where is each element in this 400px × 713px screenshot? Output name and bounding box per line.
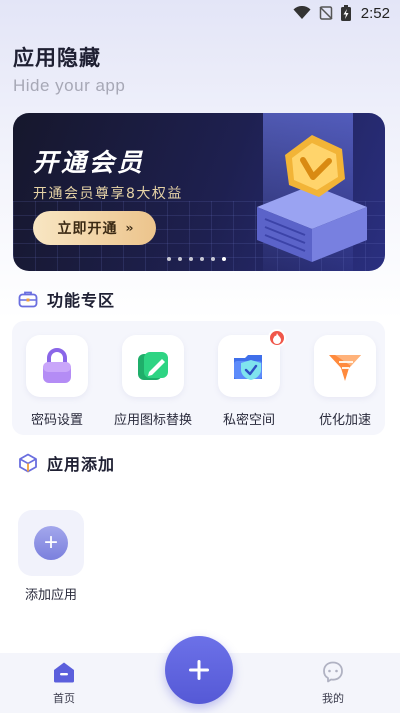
feature-tile[interactable] <box>26 335 88 397</box>
shield-folder-icon <box>234 355 262 380</box>
nav-item-home[interactable]: 首页 <box>34 661 94 706</box>
pencil-card-icon <box>138 352 168 380</box>
toolbox-icon <box>18 291 38 308</box>
feature-password-settings[interactable]: 密码设置 <box>12 335 102 428</box>
no-sim-icon <box>319 6 333 20</box>
wifi-icon <box>293 6 311 19</box>
apps-section-header: 应用添加 <box>18 451 115 475</box>
features-card: 密码设置 应用图标替换 私密空间 优化加速 <box>12 321 385 435</box>
apps-section-title: 应用添加 <box>47 455 116 474</box>
pagination-dot[interactable] <box>167 257 171 261</box>
vip-badge-icon <box>257 135 367 262</box>
feature-label: 密码设置 <box>30 413 83 428</box>
pagination-dot[interactable] <box>189 257 193 261</box>
battery-charging-icon <box>340 5 351 21</box>
double-chevron-right-icon: ›› <box>125 221 134 235</box>
add-app-label: 添加应用 <box>24 588 77 603</box>
feature-label: 应用图标替换 <box>113 413 192 428</box>
cube-icon <box>19 453 37 473</box>
feature-label: 优化加速 <box>318 413 371 428</box>
pagination-dot[interactable] <box>200 257 204 261</box>
features-section-title: 功能专区 <box>47 291 116 310</box>
pagination-dot-active[interactable] <box>222 257 226 261</box>
page-subtitle: Hide your app <box>13 76 126 95</box>
feature-tile[interactable] <box>218 329 286 397</box>
feature-optimize-speed[interactable]: 优化加速 <box>300 335 390 428</box>
nav-label-home: 首页 <box>53 692 75 705</box>
funnel-speed-icon <box>329 355 361 381</box>
plus-icon: + <box>34 526 68 560</box>
feature-tile[interactable] <box>122 335 184 397</box>
feature-icon-replace[interactable]: 应用图标替换 <box>108 335 198 428</box>
nav-label-profile: 我的 <box>322 692 344 705</box>
profile-icon <box>323 661 343 683</box>
lock-icon <box>43 348 71 383</box>
status-bar: 2:52 <box>0 0 400 26</box>
banner-title: 开通会员 <box>33 148 146 177</box>
home-icon <box>54 662 74 683</box>
vip-banner[interactable]: 开通会员 开通会员尊享8大权益 立即开通 ›› <box>13 113 385 271</box>
add-fab-button[interactable] <box>165 636 233 704</box>
open-vip-button-label: 立即开通 <box>57 221 118 237</box>
add-app-button[interactable]: + <box>18 510 84 576</box>
feature-tile[interactable] <box>314 335 376 397</box>
plus-icon <box>189 660 209 680</box>
banner-pagination <box>167 257 226 261</box>
nav-item-profile[interactable]: 我的 <box>303 661 363 706</box>
feature-label: 私密空间 <box>222 413 275 428</box>
open-vip-button[interactable]: 立即开通 ›› <box>33 211 156 245</box>
page-title: 应用隐藏 <box>13 46 101 70</box>
feature-private-space[interactable]: 私密空间 <box>204 329 294 428</box>
features-section-header: 功能专区 <box>18 287 115 311</box>
pagination-dot[interactable] <box>178 257 182 261</box>
banner-subtitle: 开通会员尊享8大权益 <box>33 186 183 202</box>
status-time: 2:52 <box>360 4 390 22</box>
pagination-dot[interactable] <box>211 257 215 261</box>
hot-badge <box>268 329 286 347</box>
fire-icon <box>273 332 281 344</box>
